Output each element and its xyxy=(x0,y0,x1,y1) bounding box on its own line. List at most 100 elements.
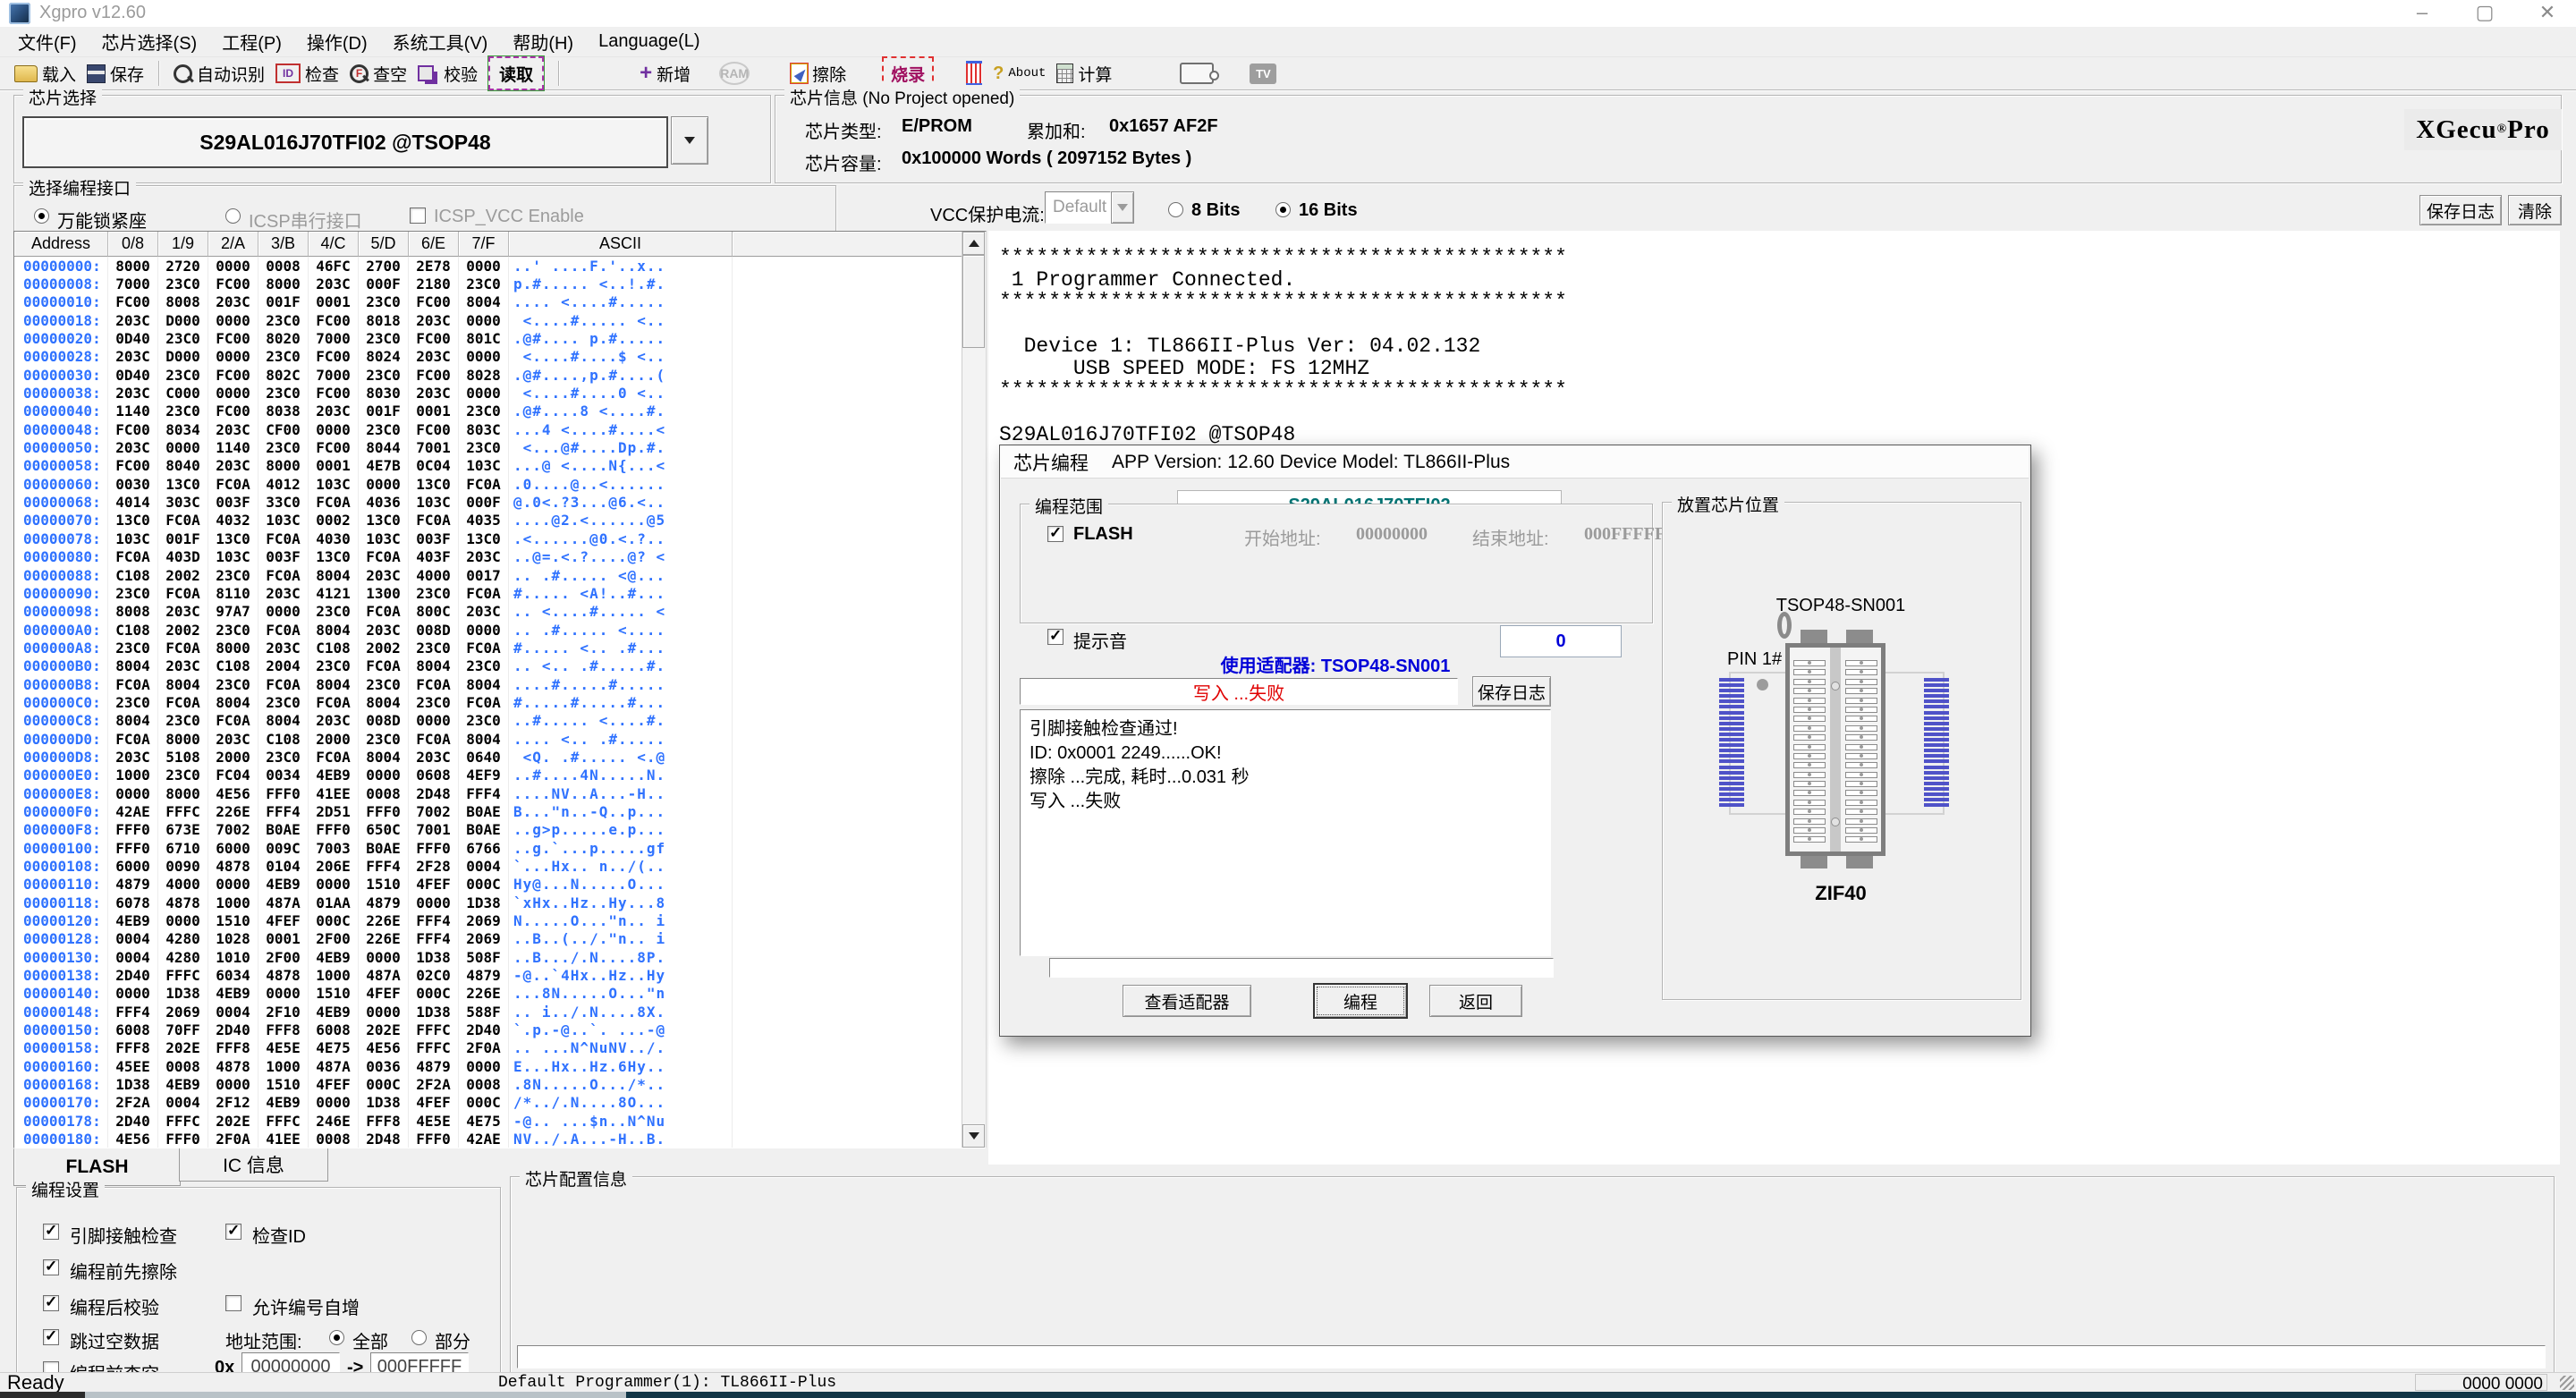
hex-word[interactable]: 008D xyxy=(409,621,459,639)
hex-word[interactable]: 13C0 xyxy=(158,475,208,493)
hex-word[interactable]: 8004 xyxy=(359,693,409,711)
hex-word[interactable]: 23C0 xyxy=(409,639,459,657)
hex-word[interactable]: 02C0 xyxy=(409,966,459,984)
hex-word[interactable]: 1000 xyxy=(208,894,258,911)
hex-word[interactable]: 203C xyxy=(258,584,309,602)
新增-toolbar-button[interactable]: +新增 xyxy=(640,59,691,88)
hex-word[interactable]: 7000 xyxy=(309,366,359,384)
hex-word[interactable]: 4FEF xyxy=(309,1075,359,1093)
hex-row[interactable]: 000000D0:FC0A8000203CC108200023C0FC0A800… xyxy=(14,730,962,748)
hex-word[interactable]: 0008 xyxy=(359,784,409,802)
hex-word[interactable]: 0000 xyxy=(108,985,158,1003)
hex-word[interactable]: FFF4 xyxy=(409,911,459,929)
hex-word[interactable]: 2D48 xyxy=(359,1131,409,1148)
hex-word[interactable]: C000 xyxy=(158,384,208,402)
hex-word[interactable]: 8000 xyxy=(258,275,309,292)
hex-word[interactable]: C108 xyxy=(108,621,158,639)
hex-word[interactable]: FC0A xyxy=(409,512,459,530)
hex-word[interactable]: 8004 xyxy=(459,293,509,311)
hex-word[interactable]: 003F xyxy=(208,493,258,511)
hex-word[interactable]: 41EE xyxy=(258,1131,309,1148)
hex-word[interactable]: 1510 xyxy=(309,985,359,1003)
hex-word[interactable]: 2D40 xyxy=(459,1021,509,1038)
hex-word[interactable]: 7002 xyxy=(208,821,258,839)
hex-word[interactable]: 8024 xyxy=(359,348,409,366)
hex-word[interactable]: 0640 xyxy=(459,748,509,766)
menu-item[interactable]: 文件(F) xyxy=(5,27,89,56)
logic-toolbar-button[interactable] xyxy=(1180,59,1214,88)
hex-row[interactable]: 00000138:2D40FFFC603448781000487A02C0487… xyxy=(14,966,962,984)
hex-word[interactable]: FC0A xyxy=(309,748,359,766)
hex-word[interactable]: 23C0 xyxy=(258,748,309,766)
hex-word[interactable]: 23C0 xyxy=(208,675,258,693)
hex-word[interactable]: 42AE xyxy=(459,1131,509,1148)
hex-word[interactable]: 13C0 xyxy=(359,512,409,530)
hex-word[interactable]: 202E xyxy=(208,1112,258,1130)
hex-word[interactable]: 203C xyxy=(359,566,409,584)
hex-column-header[interactable]: 4/C xyxy=(309,232,359,257)
About-toolbar-button[interactable]: ?About xyxy=(993,59,1046,88)
hex-word[interactable]: 4878 xyxy=(208,1057,258,1075)
hex-word[interactable]: 23C0 xyxy=(359,420,409,438)
hex-word[interactable]: 203C xyxy=(208,293,258,311)
hex-word[interactable]: 8038 xyxy=(258,402,309,420)
hex-word[interactable]: 23C0 xyxy=(258,438,309,456)
hex-word[interactable]: FFFC xyxy=(258,1112,309,1130)
hex-word[interactable]: 1510 xyxy=(258,1075,309,1093)
hex-word[interactable]: 0000 xyxy=(359,767,409,784)
hex-word[interactable]: 8000 xyxy=(158,784,208,802)
hex-row[interactable]: 00000020:0D4023C0FC008020700023C0FC00801… xyxy=(14,329,962,347)
hex-word[interactable]: 203C xyxy=(309,712,359,730)
hex-word[interactable]: FFF0 xyxy=(309,821,359,839)
hex-word[interactable]: 13C0 xyxy=(459,530,509,547)
hex-word[interactable]: 13C0 xyxy=(309,548,359,566)
vcc-combo[interactable]: Default xyxy=(1045,191,1111,224)
hex-word[interactable]: 0090 xyxy=(158,857,208,875)
hex-word[interactable]: 0001 xyxy=(258,930,309,948)
hex-word[interactable]: 8004 xyxy=(409,657,459,675)
hex-word[interactable]: 4EB9 xyxy=(309,1003,359,1021)
hex-word[interactable]: 303C xyxy=(158,493,208,511)
hex-word[interactable]: 1D38 xyxy=(409,948,459,966)
hex-word[interactable]: FFF4 xyxy=(459,784,509,802)
hex-word[interactable]: 203C xyxy=(208,420,258,438)
hex-word[interactable]: FC00 xyxy=(409,420,459,438)
hex-word[interactable]: 203C xyxy=(108,438,158,456)
hex-word[interactable]: 23C0 xyxy=(258,693,309,711)
hex-word[interactable]: 202E xyxy=(158,1039,208,1057)
hex-column-header[interactable]: 5/D xyxy=(359,232,409,257)
hex-word[interactable]: 206E xyxy=(309,857,359,875)
hex-word[interactable]: 1000 xyxy=(108,767,158,784)
hex-word[interactable]: 8004 xyxy=(459,730,509,748)
hex-word[interactable]: 2002 xyxy=(158,621,208,639)
hex-word[interactable]: 97A7 xyxy=(208,603,258,621)
hex-word[interactable]: FC00 xyxy=(208,366,258,384)
hex-word[interactable]: FC00 xyxy=(409,366,459,384)
hex-word[interactable]: 23C0 xyxy=(459,402,509,420)
addr-range-all-radio[interactable] xyxy=(329,1330,344,1345)
hex-row[interactable]: 00000108:6000009048780104206EFFF42F28000… xyxy=(14,857,962,875)
hex-word[interactable]: FFFC xyxy=(158,802,208,820)
hex-word[interactable]: 23C0 xyxy=(208,621,258,639)
hex-word[interactable]: 2002 xyxy=(158,566,208,584)
hex-word[interactable]: 70FF xyxy=(158,1021,208,1038)
hex-word[interactable]: 23C0 xyxy=(108,639,158,657)
hex-word[interactable]: FC0A xyxy=(158,693,208,711)
hex-word[interactable]: 0034 xyxy=(258,767,309,784)
hex-word[interactable]: FC00 xyxy=(208,275,258,292)
hex-word[interactable]: 45EE xyxy=(108,1057,158,1075)
hex-word[interactable]: FFF0 xyxy=(258,784,309,802)
hex-word[interactable]: 1D38 xyxy=(459,894,509,911)
hex-word[interactable]: 2F00 xyxy=(258,948,309,966)
hex-row[interactable]: 00000100:FFF067106000009C7003B0AEFFF0676… xyxy=(14,839,962,857)
hex-word[interactable]: 0000 xyxy=(208,257,258,275)
hex-word[interactable]: 203C xyxy=(459,603,509,621)
hex-word[interactable]: 0104 xyxy=(258,857,309,875)
hex-word[interactable]: 8034 xyxy=(158,420,208,438)
hex-word[interactable]: 0000 xyxy=(459,384,509,402)
hex-word[interactable]: 13C0 xyxy=(108,512,158,530)
hex-word[interactable]: 103C xyxy=(108,530,158,547)
bits16-radio[interactable] xyxy=(1275,202,1291,217)
hex-word[interactable]: 2004 xyxy=(258,657,309,675)
hex-word[interactable]: 2D40 xyxy=(108,1112,158,1130)
